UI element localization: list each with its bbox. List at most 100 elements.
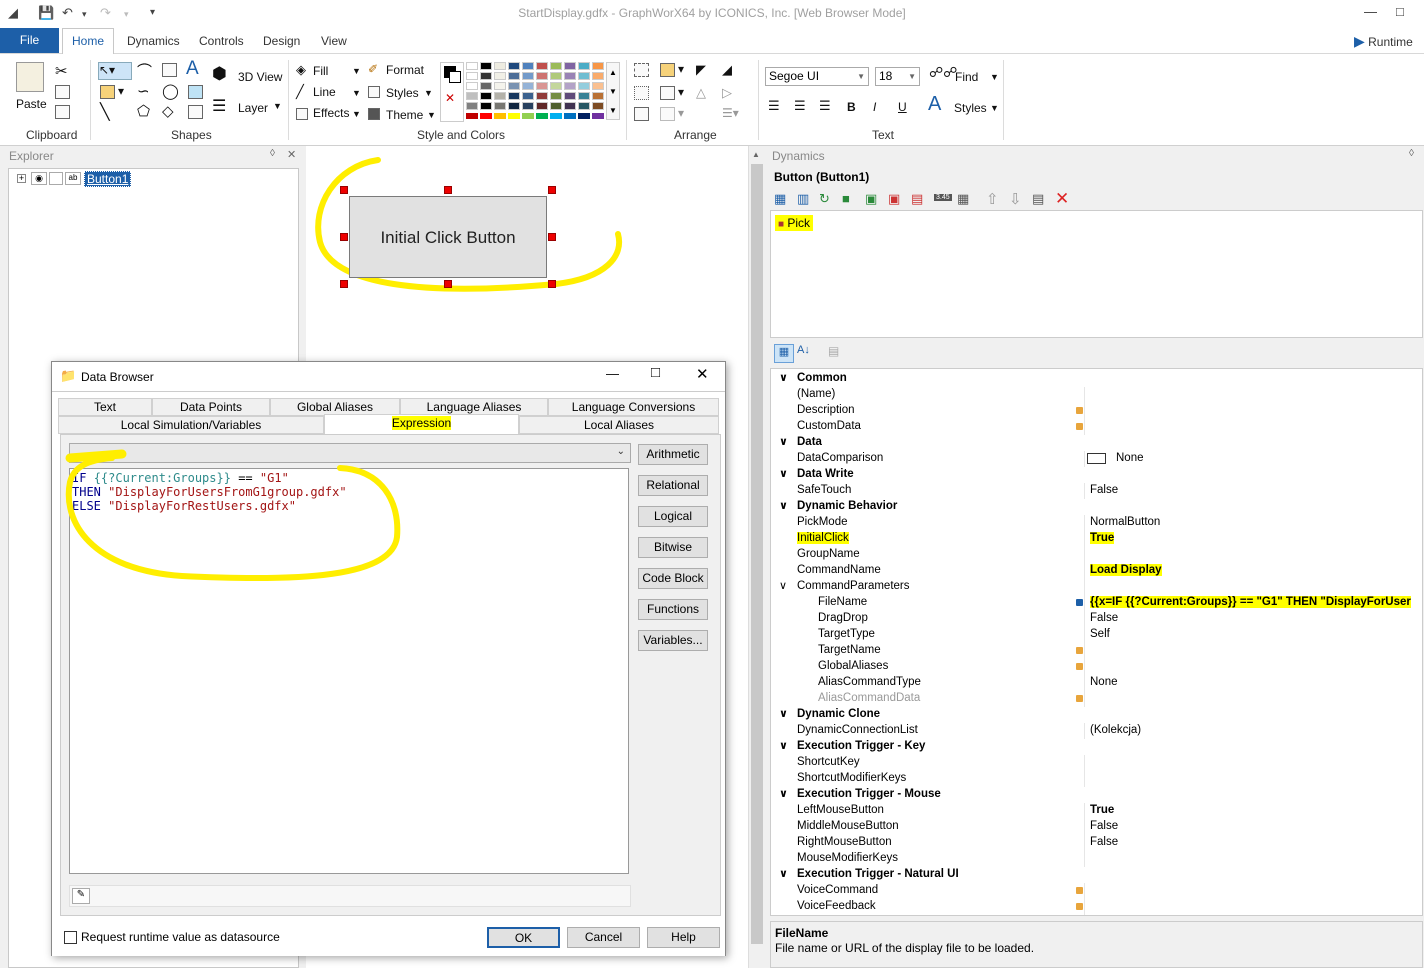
- property-row-aliascommanddata[interactable]: AliasCommandData: [771, 691, 1422, 707]
- bring-front-icon[interactable]: ▾: [660, 62, 684, 77]
- color-swatch[interactable]: [592, 113, 604, 119]
- color-swatch[interactable]: [550, 113, 562, 119]
- property-pages-icon[interactable]: ▤: [828, 344, 839, 358]
- tree-item-button1[interactable]: Button1: [84, 171, 132, 187]
- color-swatch[interactable]: [536, 113, 548, 119]
- color-swatch[interactable]: [536, 82, 548, 90]
- property-value[interactable]: None: [1090, 676, 1118, 688]
- fill-dropdown-icon[interactable]: ▼: [352, 66, 361, 76]
- maximize-icon[interactable]: □: [651, 364, 660, 381]
- rectangle-icon[interactable]: [162, 62, 180, 77]
- color-palette[interactable]: [466, 62, 606, 120]
- chevron-down-icon[interactable]: ∨: [779, 435, 788, 448]
- tab-dynamics[interactable]: Dynamics: [127, 34, 180, 48]
- property-value[interactable]: True: [1090, 804, 1114, 816]
- tab-data-points[interactable]: Data Points: [152, 398, 270, 416]
- selection-handle[interactable]: [340, 280, 348, 288]
- close-icon[interactable]: ✕: [287, 148, 296, 161]
- minimize-icon[interactable]: —: [1364, 4, 1377, 19]
- property-row-globalaliases[interactable]: GlobalAliases: [771, 659, 1422, 675]
- color-swatch[interactable]: [522, 113, 534, 119]
- color-swatch[interactable]: [480, 62, 492, 70]
- chevron-down-icon[interactable]: ∨: [779, 579, 787, 592]
- logical-button[interactable]: Logical: [638, 506, 708, 527]
- rotate-icon[interactable]: ▷: [722, 85, 732, 101]
- cancel-button[interactable]: Cancel: [567, 927, 640, 948]
- property-value[interactable]: None: [1116, 452, 1144, 464]
- color-swatch[interactable]: [508, 72, 520, 80]
- close-icon[interactable]: ✕: [696, 365, 709, 383]
- tab-language-conversions[interactable]: Language Conversions: [548, 398, 719, 416]
- align-right-text-icon[interactable]: ☰: [819, 98, 831, 114]
- flip-icon[interactable]: △: [696, 85, 706, 101]
- image-icon[interactable]: [188, 84, 206, 99]
- color-swatch[interactable]: [550, 82, 562, 90]
- color-swatch[interactable]: [536, 62, 548, 70]
- color-swatch[interactable]: [564, 82, 576, 90]
- property-row-dynamicconnectionlist[interactable]: DynamicConnectionList (Kolekcja): [771, 723, 1422, 739]
- select-pointer-icon[interactable]: ↖▾: [98, 62, 132, 80]
- effects-button[interactable]: Effects: [313, 106, 349, 120]
- code-block-button[interactable]: Code Block: [638, 568, 708, 589]
- expression-history-combo[interactable]: ⌄: [69, 443, 631, 463]
- font-family-select[interactable]: Segoe UI ▼: [765, 67, 869, 86]
- color-swatch[interactable]: [578, 92, 590, 100]
- color-swatch[interactable]: [550, 102, 562, 110]
- color-swatch[interactable]: [480, 102, 492, 110]
- property-category-common[interactable]: ∨ Common: [771, 371, 1422, 387]
- group-icon[interactable]: [634, 62, 652, 77]
- property-row-voicecommand[interactable]: VoiceCommand: [771, 883, 1422, 899]
- property-row-mousemodifierkeys[interactable]: MouseModifierKeys: [771, 851, 1422, 867]
- property-category-dynamic-clone[interactable]: ∨ Dynamic Clone: [771, 707, 1422, 723]
- cut-icon[interactable]: ✂: [55, 62, 68, 80]
- color-swatch[interactable]: [494, 92, 506, 100]
- binding-icon[interactable]: [1076, 407, 1083, 414]
- color-swatch[interactable]: [508, 82, 520, 90]
- color-swatch-preview[interactable]: ✕: [440, 62, 464, 122]
- property-category-execution-trigger-key[interactable]: ∨ Execution Trigger - Key: [771, 739, 1422, 755]
- tab-home[interactable]: Home: [62, 28, 114, 55]
- visibility-icon[interactable]: ◉: [31, 172, 47, 185]
- pin-icon[interactable]: ◊: [1409, 148, 1414, 159]
- file-menu[interactable]: File: [0, 28, 59, 53]
- expression-editor[interactable]: IF {{?Current:Groups}} == "G1" THEN "Dis…: [69, 468, 629, 874]
- layer-dropdown-icon[interactable]: ▼: [273, 101, 282, 111]
- property-value[interactable]: False: [1090, 612, 1118, 624]
- initial-click-button[interactable]: Initial Click Button: [349, 196, 547, 278]
- color-swatch[interactable]: [536, 92, 548, 100]
- property-value[interactable]: (Kolekcja): [1090, 724, 1141, 736]
- property-row-rightmousebutton[interactable]: RightMouseButton False: [771, 835, 1422, 851]
- property-row-dragdrop[interactable]: DragDrop False: [771, 611, 1422, 627]
- color-swatch[interactable]: [466, 62, 478, 70]
- color-swatch[interactable]: [578, 113, 590, 119]
- line-tool-icon[interactable]: ╲: [100, 102, 110, 122]
- line-button[interactable]: Line: [313, 85, 336, 99]
- text-tool-icon[interactable]: A: [186, 58, 199, 80]
- color-swatch[interactable]: [508, 92, 520, 100]
- property-category-execution-trigger-natural-ui[interactable]: ∨ Execution Trigger - Natural UI: [771, 867, 1422, 883]
- color-swatch[interactable]: [578, 102, 590, 110]
- styles-button[interactable]: Styles: [386, 86, 419, 100]
- color-swatch[interactable]: [550, 72, 562, 80]
- property-category-data-write[interactable]: ∨ Data Write: [771, 467, 1422, 483]
- color-swatch[interactable]: [480, 92, 492, 100]
- property-row-datacomparison[interactable]: DataComparison None: [771, 451, 1422, 467]
- property-category-execution-trigger-mouse[interactable]: ∨ Execution Trigger - Mouse: [771, 787, 1422, 803]
- selection-handle[interactable]: [548, 233, 556, 241]
- underline-button[interactable]: U: [898, 100, 907, 114]
- ok-button[interactable]: OK: [487, 927, 560, 948]
- property-row-middlemousebutton[interactable]: MiddleMouseButton False: [771, 819, 1422, 835]
- background-color[interactable]: [449, 71, 461, 83]
- tab-expression[interactable]: Expression: [324, 414, 519, 434]
- color-swatch[interactable]: [564, 62, 576, 70]
- distribute-icon[interactable]: ▾: [660, 106, 684, 121]
- color-swatch[interactable]: [508, 113, 520, 119]
- italic-button[interactable]: I: [873, 100, 876, 114]
- paste-label[interactable]: Paste: [16, 97, 47, 111]
- selection-handle[interactable]: [444, 186, 452, 194]
- property-value[interactable]: {{x=IF {{?Current:Groups}} == "G1" THEN …: [1090, 596, 1411, 608]
- property-value[interactable]: True: [1090, 532, 1115, 544]
- align-left-icon[interactable]: ◤: [696, 62, 706, 78]
- color-swatch[interactable]: [522, 92, 534, 100]
- color-swatch[interactable]: [466, 92, 478, 100]
